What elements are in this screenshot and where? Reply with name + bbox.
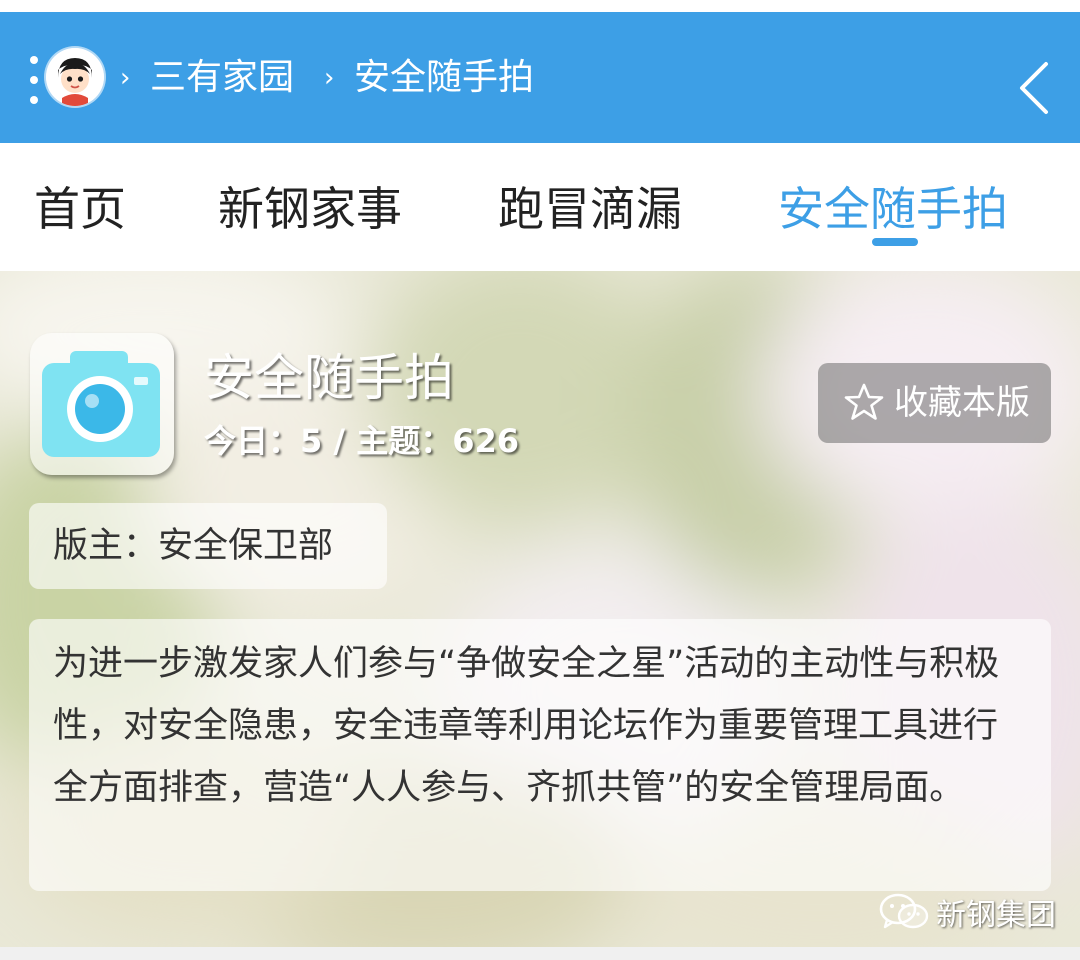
breadcrumb-separator: › xyxy=(324,63,335,93)
tab-xingang-family[interactable]: 新钢家事 xyxy=(218,181,402,237)
favorite-forum-button[interactable]: 收藏本版 xyxy=(818,363,1051,443)
status-strip xyxy=(0,0,1080,12)
forum-stats: 今日：5 / 主题：626 xyxy=(204,422,520,460)
moderator-info: 版主：安全保卫部 xyxy=(29,503,387,589)
star-outline-icon xyxy=(844,382,884,422)
active-tab-indicator xyxy=(872,238,918,246)
top-navigation-bar: › 三有家园 › 安全随手拍 xyxy=(0,12,1080,143)
user-avatar[interactable] xyxy=(46,48,104,106)
forum-description-text: 为进一步激发家人们参与“争做安全之星”活动的主动性与积极性，对安全隐患，安全违章… xyxy=(53,644,1000,808)
breadcrumb-item-current: 安全随手拍 xyxy=(354,57,535,98)
forum-banner: 安全随手拍 今日：5 / 主题：626 收藏本版 版主：安全保卫部 为进一步激发… xyxy=(0,271,1080,947)
breadcrumb-separator: › xyxy=(120,63,131,93)
wechat-icon xyxy=(878,892,930,932)
tab-safety-snapshot[interactable]: 安全随手拍 xyxy=(778,181,1008,237)
forum-tab-bar: 首页 新钢家事 跑冒滴漏 安全随手拍 xyxy=(0,143,1080,271)
moderator-label: 版主：安全保卫部 xyxy=(53,526,334,566)
more-vertical-icon[interactable] xyxy=(28,56,40,104)
breadcrumb-item-home[interactable]: 三有家园 xyxy=(150,58,294,98)
watermark-text: 新钢集团 xyxy=(936,898,1056,933)
source-watermark: 新钢集团 xyxy=(878,887,1056,937)
bottom-divider xyxy=(0,947,1080,960)
tab-leak-report[interactable]: 跑冒滴漏 xyxy=(498,181,682,237)
chevron-left-icon[interactable] xyxy=(1014,58,1054,118)
forum-title: 安全随手拍 xyxy=(204,349,454,407)
favorite-button-label: 收藏本版 xyxy=(894,383,1030,423)
camera-icon xyxy=(30,333,174,475)
forum-description: 为进一步激发家人们参与“争做安全之星”活动的主动性与积极性，对安全隐患，安全违章… xyxy=(29,619,1051,891)
tab-home[interactable]: 首页 xyxy=(34,181,126,237)
